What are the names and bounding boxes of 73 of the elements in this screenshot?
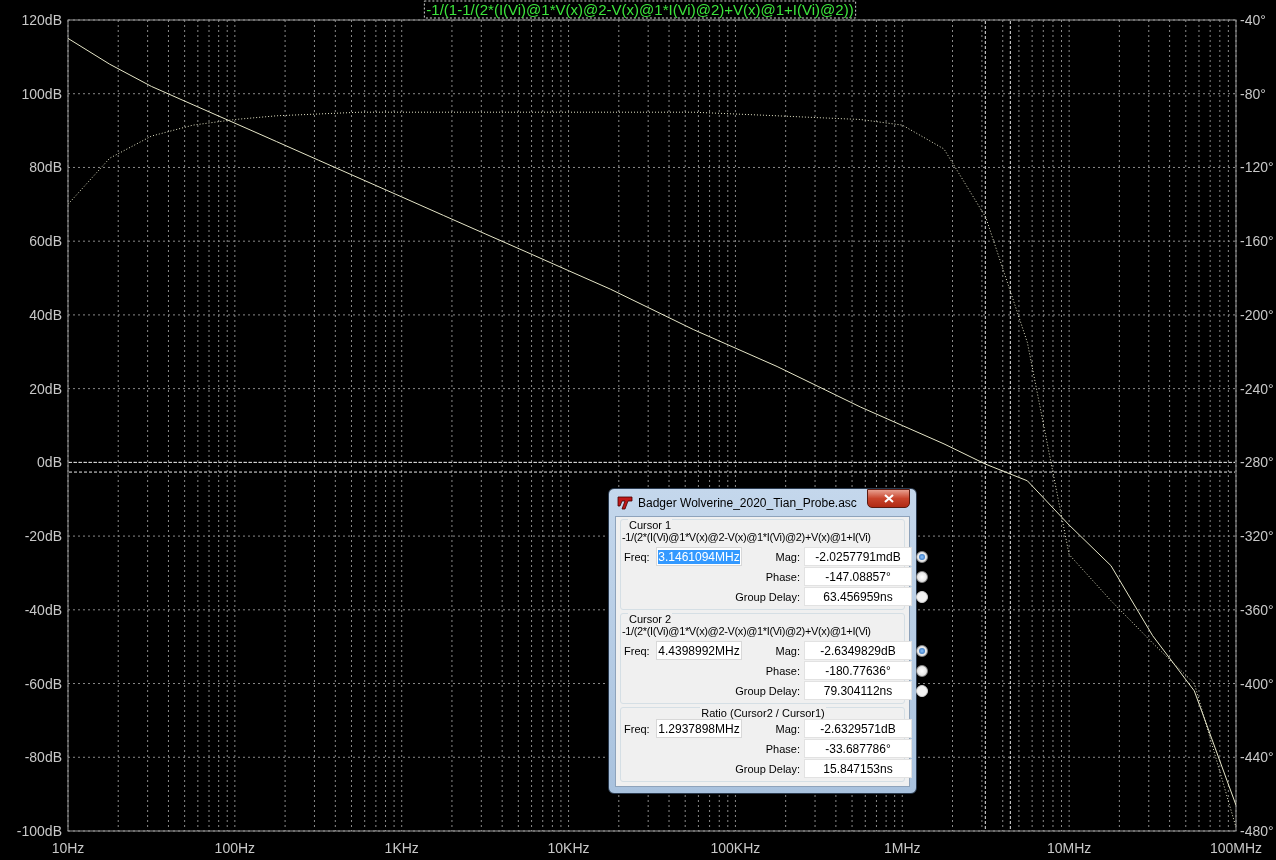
axis-label: -60dB xyxy=(24,675,62,692)
cursor-line[interactable] xyxy=(1009,20,1011,831)
readout-field: -2.0257791mdB xyxy=(804,547,912,566)
radio-button[interactable] xyxy=(916,570,928,583)
expression-text: -1/(2*(I(Vi)@1*V(x)@2-V(x)@1*I(Vi)@2)+V(x)@1+I(Vi) xyxy=(622,531,872,544)
axis-label: -480° xyxy=(1240,823,1274,839)
dialog-title: Badger Wolverine_2020_Tian_Probe.asc xyxy=(638,495,858,510)
cursor-line[interactable] xyxy=(68,461,1236,463)
axis-label: 1KHz xyxy=(384,840,419,856)
field-label: Freq: xyxy=(624,550,651,563)
axis-label: -40° xyxy=(1240,12,1266,28)
field-label: Group Delay: xyxy=(734,762,800,775)
axis-label: 1MHz xyxy=(884,840,921,856)
group-heading: Cursor 2 xyxy=(628,613,673,625)
frequency-field[interactable]: 1.2937898MHz xyxy=(656,719,742,738)
close-icon xyxy=(883,494,894,503)
field-label: Mag: xyxy=(774,644,800,657)
axis-label: 10KHz xyxy=(547,840,590,856)
axis-label: -120° xyxy=(1240,159,1274,176)
field-label: Phase: xyxy=(764,664,800,677)
axis-label: -280° xyxy=(1240,454,1274,471)
close-button[interactable] xyxy=(867,489,910,508)
axis-label: -320° xyxy=(1240,528,1274,545)
readout-field: 79.304112ns xyxy=(804,681,912,700)
field-label: Phase: xyxy=(764,742,800,755)
field-label: Group Delay: xyxy=(734,684,800,697)
axis-label: -200° xyxy=(1240,306,1274,323)
axis-label: 10Hz xyxy=(51,840,85,856)
radio-button[interactable] xyxy=(916,644,928,657)
axis-label: -80° xyxy=(1240,85,1266,102)
axis-label: 100MHz xyxy=(1209,840,1263,856)
axis-label: -20dB xyxy=(24,528,62,545)
expression-title: -1/(1-1/(2*(I(Vi)@1*V(x)@2-V(x)@1*I(Vi)@2)+V(x)@1+I(Vi)@2)) xyxy=(423,0,857,19)
readout-field: 15.847153ns xyxy=(804,759,912,778)
axis-label: 40dB xyxy=(29,306,62,323)
axis-label: -100dB xyxy=(16,823,62,839)
axis-label: 120dB xyxy=(21,12,62,28)
axis-label: -360° xyxy=(1240,601,1274,618)
group-heading: Cursor 1 xyxy=(628,519,673,531)
axis-label: 80dB xyxy=(29,159,62,176)
axis-label: 60dB xyxy=(29,233,62,250)
readout-field: -2.6329571dB xyxy=(804,719,912,738)
field-label: Freq: xyxy=(624,644,651,657)
axis-label: 100dB xyxy=(21,85,62,102)
axis-label: -240° xyxy=(1240,380,1274,397)
axis-label: -40dB xyxy=(24,601,62,618)
readout-field: -147.08857° xyxy=(804,567,912,586)
axis-label: -400° xyxy=(1240,675,1274,692)
field-label: Group Delay: xyxy=(734,590,800,603)
axis-label: -440° xyxy=(1240,749,1274,766)
cursor-line[interactable] xyxy=(68,471,1236,473)
app-icon xyxy=(617,495,633,510)
field-label: Mag: xyxy=(774,722,800,735)
axis-label: 0dB xyxy=(37,454,62,471)
readout-field: -33.687786° xyxy=(804,739,912,758)
readout-field: -2.6349829dB xyxy=(804,641,912,660)
radio-button[interactable] xyxy=(916,664,928,677)
field-label: Phase: xyxy=(764,570,800,583)
axis-label: 10MHz xyxy=(1046,840,1092,856)
group-heading: Ratio (Cursor2 / Cursor1) xyxy=(700,707,826,719)
axis-label: 100Hz xyxy=(214,840,256,856)
readout-field: 63.456959ns xyxy=(804,587,912,606)
readout-field: -180.77636° xyxy=(804,661,912,680)
frequency-field[interactable]: 4.4398992MHz xyxy=(656,641,742,660)
cursor-line[interactable] xyxy=(984,20,986,831)
axis-label: 20dB xyxy=(29,380,62,397)
expression-text: -1/(2*(I(Vi)@1*V(x)@2-V(x)@1*I(Vi)@2)+V(x)@1+I(Vi) xyxy=(622,625,872,638)
axis-label: 100KHz xyxy=(710,840,761,856)
axis-label: -80dB xyxy=(24,749,62,766)
radio-button[interactable] xyxy=(916,550,928,563)
field-label: Freq: xyxy=(624,722,651,735)
field-label: Mag: xyxy=(774,550,800,563)
axis-label: -160° xyxy=(1240,233,1274,250)
